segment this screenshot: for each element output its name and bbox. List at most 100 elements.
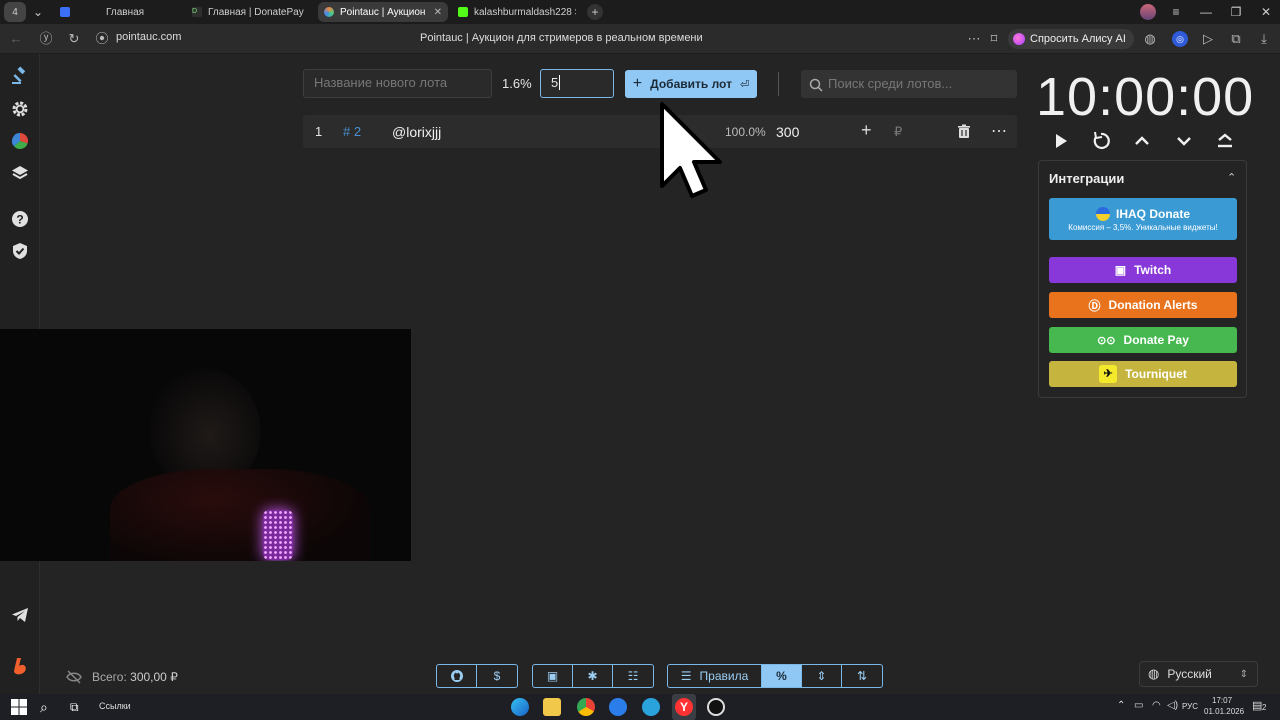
- clock-time[interactable]: 17:07: [1212, 696, 1232, 705]
- keyboard-language[interactable]: РУС: [1182, 702, 1198, 711]
- bug-report-icon[interactable]: ✱: [573, 665, 613, 687]
- links-toolbar-label[interactable]: Ссылки: [99, 701, 131, 711]
- rules-list-icon: ☰: [680, 669, 692, 683]
- tab-close-icon[interactable]: ✕: [434, 7, 442, 18]
- rules-button[interactable]: ☰ Правила: [668, 665, 762, 687]
- chevron-down-icon[interactable]: [1174, 131, 1194, 151]
- new-lot-name-input[interactable]: Название нового лота: [303, 69, 492, 98]
- add-lot-button[interactable]: + Добавить лот ⏎: [625, 70, 757, 98]
- windows-start-icon[interactable]: [10, 698, 28, 716]
- tab-kick-stream[interactable]: kalashburmaldash228 Stre: [452, 2, 582, 22]
- search-icon: [809, 78, 823, 92]
- task-view-icon[interactable]: ⧉: [70, 698, 88, 716]
- settings-gear-icon[interactable]: [10, 99, 30, 119]
- twitch-button[interactable]: ▣ Twitch: [1049, 257, 1237, 283]
- telegram-taskbar-icon[interactable]: [642, 698, 660, 716]
- divider: [778, 72, 779, 96]
- telegram-icon[interactable]: [10, 605, 30, 625]
- auction-gavel-icon[interactable]: [10, 66, 30, 86]
- links-button-group: $: [436, 664, 518, 688]
- help-icon[interactable]: ?: [10, 209, 30, 229]
- url-field[interactable]: pointauc.com: [116, 31, 181, 43]
- github-icon[interactable]: [437, 665, 477, 687]
- reset-icon[interactable]: [1091, 131, 1111, 151]
- extension-icon[interactable]: ◎: [1172, 31, 1188, 47]
- shield-check-icon[interactable]: [10, 241, 30, 261]
- add-amount-icon[interactable]: +: [861, 120, 872, 141]
- compress-icon[interactable]: ⇕: [802, 665, 842, 687]
- collections-icon[interactable]: ⧉: [1228, 31, 1244, 47]
- tools-button-group: ▣ ✱ ☷: [532, 664, 654, 688]
- ask-alice-button[interactable]: Спросить Алису AI: [1008, 29, 1134, 49]
- profile-avatar[interactable]: [1140, 4, 1156, 20]
- tab-donatepay[interactable]: D Главная | DonatePay: [186, 2, 316, 22]
- network-icon[interactable]: ▭: [1134, 700, 1143, 711]
- integrations-title: Интеграции: [1049, 171, 1125, 186]
- volume-icon[interactable]: ◁): [1167, 700, 1178, 711]
- lot-amount-input[interactable]: 5: [540, 69, 614, 98]
- lot-id: # 2: [343, 124, 362, 139]
- donate-pay-button[interactable]: ⊙⊙ Donate Pay: [1049, 327, 1237, 353]
- delete-trash-icon[interactable]: [957, 124, 971, 139]
- donate-dollar-icon[interactable]: $: [477, 665, 517, 687]
- tab-home[interactable]: Главная: [54, 2, 180, 22]
- enter-key-icon: ⏎: [739, 78, 750, 91]
- wifi-icon[interactable]: ◠: [1152, 700, 1161, 711]
- edge-icon[interactable]: [511, 698, 529, 716]
- file-explorer-icon[interactable]: [543, 698, 561, 716]
- more-options-icon[interactable]: ⋯: [991, 121, 1007, 141]
- close-window-icon[interactable]: ✕: [1258, 4, 1274, 20]
- tab-counter[interactable]: 4: [4, 2, 26, 22]
- restore-icon[interactable]: ❐: [1228, 4, 1244, 20]
- reload-icon[interactable]: ↻: [66, 31, 82, 47]
- notifications-icon[interactable]: ▤: [1252, 699, 1262, 712]
- chrome-icon[interactable]: [577, 698, 595, 716]
- webcam-lamp: [263, 510, 293, 560]
- percent-toggle-icon[interactable]: %: [762, 665, 802, 687]
- check-app-icon[interactable]: [609, 698, 627, 716]
- lot-name[interactable]: @lorixjjj: [392, 124, 441, 140]
- globe-icon[interactable]: ◍: [1142, 31, 1158, 47]
- text-caret: [559, 75, 561, 90]
- yandex-browser-taskbar-button[interactable]: Y: [672, 694, 696, 720]
- bookmark-icon[interactable]: ⌑: [986, 31, 1002, 47]
- tab-pointauc[interactable]: Pointauc | Аукцион для ✕: [318, 2, 448, 22]
- site-info-icon[interactable]: ⦿: [94, 31, 110, 47]
- wheel-chart-icon[interactable]: [10, 131, 30, 151]
- bookmarks-icon[interactable]: ≡: [1168, 4, 1184, 20]
- globe-icon: ◍: [1148, 666, 1160, 681]
- back-icon[interactable]: ←: [8, 31, 24, 47]
- yandex-icon[interactable]: ⓨ: [38, 31, 54, 47]
- hide-eye-icon[interactable]: [66, 670, 82, 684]
- language-select[interactable]: ◍ Русский ⇕: [1139, 661, 1258, 687]
- tabs-dropdown-icon[interactable]: ⌄: [30, 4, 46, 20]
- download-icon[interactable]: ⤓: [1256, 31, 1272, 47]
- sort-icon[interactable]: ⇅: [842, 665, 882, 687]
- ruble-currency-icon[interactable]: ₽: [894, 124, 902, 140]
- media-icon[interactable]: ▷: [1200, 31, 1216, 47]
- ihaq-donate-button[interactable]: IHAQ Donate Комиссия – 3,5%. Уникальные …: [1049, 198, 1237, 240]
- new-tab-button[interactable]: +: [587, 4, 603, 20]
- notifications-count: 2: [1262, 703, 1267, 712]
- tourniquet-button[interactable]: ✈ Tourniquet: [1049, 361, 1237, 387]
- more-icon[interactable]: ⋯: [966, 31, 982, 47]
- double-chevron-up-icon[interactable]: [1215, 131, 1235, 151]
- chevron-up-icon[interactable]: [1132, 131, 1152, 151]
- layers-icon[interactable]: [10, 163, 30, 183]
- tray-chevron-icon[interactable]: ⌃: [1117, 700, 1125, 711]
- lot-search-input[interactable]: Поиск среди лотов...: [801, 70, 1017, 98]
- address-bar: ← ⓨ ↻ ⦿ pointauc.com Pointauc | Аукцион …: [0, 24, 1280, 54]
- donation-alerts-button[interactable]: Ⓓ Donation Alerts: [1049, 292, 1237, 318]
- play-icon[interactable]: [1051, 131, 1071, 151]
- save-icon[interactable]: ▣: [533, 665, 573, 687]
- tab-favicon-icon: D: [192, 7, 202, 17]
- timer-display: 10:00:00: [1036, 67, 1255, 127]
- minimize-icon[interactable]: —: [1198, 4, 1214, 20]
- search-icon[interactable]: ⌕: [40, 698, 58, 716]
- tab-favicon-icon: [458, 7, 468, 17]
- clear-list-icon[interactable]: ☷: [613, 665, 653, 687]
- clock-date[interactable]: 01.01.2026: [1204, 707, 1244, 716]
- obs-icon[interactable]: [707, 698, 725, 716]
- collapse-chevron-icon[interactable]: ⌃: [1227, 171, 1236, 184]
- boosty-icon[interactable]: [10, 656, 30, 676]
